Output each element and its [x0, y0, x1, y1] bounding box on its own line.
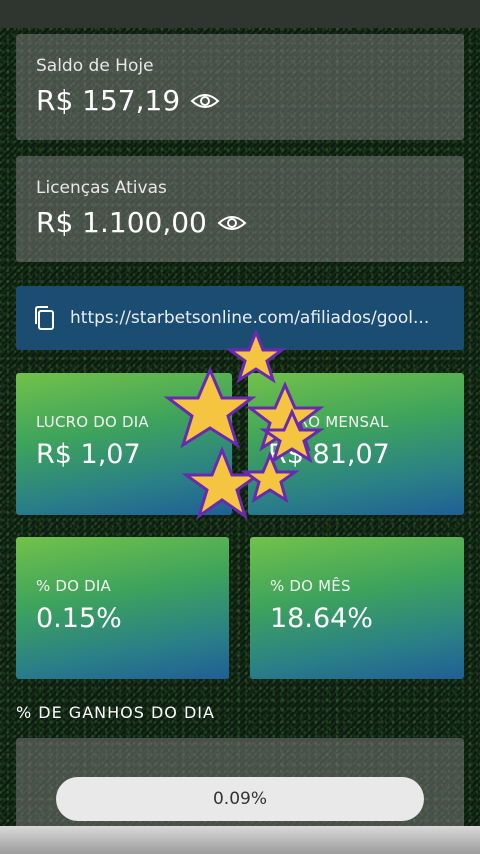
profit-day-value: R$ 1,07 — [36, 439, 141, 470]
profit-month-label: LUCRO MENSAL — [268, 413, 389, 431]
active-licenses-card: Licenças Ativas R$ 1.100,00 — [16, 156, 464, 262]
pct-day-value: 0.15% — [36, 603, 122, 634]
pct-month-label: % DO MÊS — [270, 577, 351, 595]
pct-day-label: % DO DIA — [36, 577, 111, 595]
affiliate-url[interactable]: https://starbetsonline.com/afiliados/goo… — [70, 308, 429, 328]
balance-today-value: R$ 157,19 — [36, 84, 181, 117]
profit-month-value: R$ 81,07 — [268, 439, 390, 470]
pct-month-card: % DO MÊS 18.64% — [250, 537, 464, 679]
daily-gains-title: % DE GANHOS DO DIA — [16, 703, 215, 722]
balance-today-label: Saldo de Hoje — [36, 56, 154, 76]
daily-gains-progress: 0.09% — [56, 777, 424, 821]
balance-today-card: Saldo de Hoje R$ 157,19 — [16, 34, 464, 140]
active-licenses-label: Licenças Ativas — [36, 178, 167, 198]
active-licenses-value: R$ 1.100,00 — [36, 206, 207, 239]
eye-icon[interactable] — [217, 213, 247, 233]
profit-month-card: LUCRO MENSAL R$ 81,07 — [248, 373, 464, 515]
profit-day-label: LUCRO DO DIA — [36, 413, 149, 431]
pct-day-card: % DO DIA 0.15% — [16, 537, 229, 679]
copy-icon[interactable] — [32, 305, 56, 331]
bottom-bar — [0, 826, 480, 854]
eye-icon[interactable] — [190, 91, 220, 111]
profit-day-card: LUCRO DO DIA R$ 1,07 — [16, 373, 232, 515]
daily-gains-progress-label: 0.09% — [212, 789, 267, 809]
pct-month-value: 18.64% — [270, 603, 373, 634]
top-bar — [0, 0, 480, 28]
affiliate-link-bar[interactable]: https://starbetsonline.com/afiliados/goo… — [16, 286, 464, 350]
